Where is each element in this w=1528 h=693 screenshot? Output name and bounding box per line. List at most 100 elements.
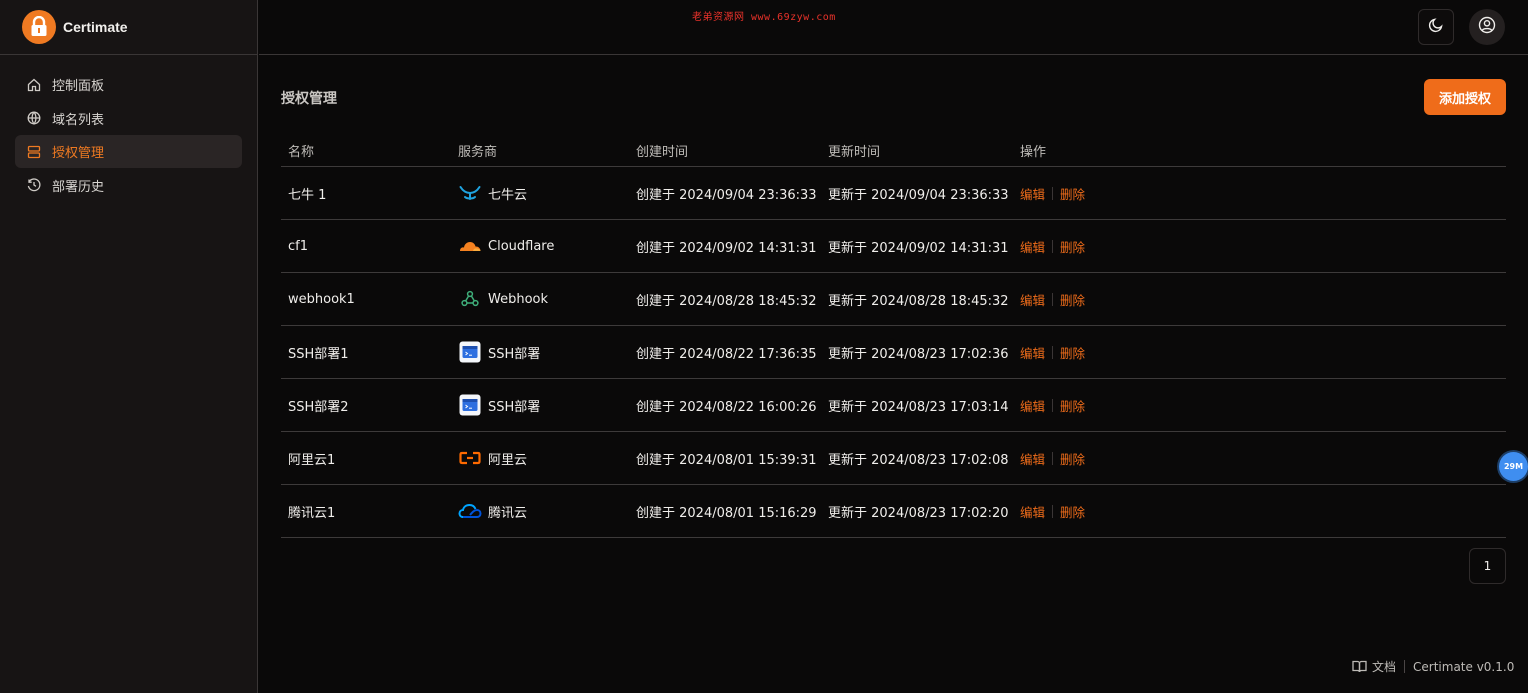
table-row: webhook1 Webhook 创建于 2024/08/28 18:45:32… [281, 273, 1506, 326]
docs-link[interactable]: 文档 [1372, 658, 1396, 675]
sidebar: Certimate 控制面板 域名列表 授权管理 部署历史 [0, 0, 258, 693]
sidebar-item-domains[interactable]: 域名列表 [15, 102, 242, 135]
access-table: 名称 服务商 创建时间 更新时间 操作 七牛 1 七牛云 创建于 2024/09… [281, 134, 1506, 538]
theme-toggle-button[interactable] [1418, 9, 1454, 45]
sidebar-item-label: 控制面板 [52, 79, 105, 94]
add-access-button[interactable]: 添加授权 [1424, 79, 1506, 115]
edit-link[interactable]: 编辑 [1020, 396, 1045, 415]
book-icon [1352, 660, 1367, 673]
brand[interactable]: Certimate [0, 0, 257, 55]
lock-logo-icon [22, 10, 56, 44]
row-name: SSH部署2 [288, 399, 349, 415]
aliyun-icon [458, 447, 482, 469]
column-header-created: 创建时间 [636, 144, 689, 160]
table-row: SSH部署2 SSH部署 创建于 2024/08/22 16:00:26 更新于… [281, 379, 1506, 432]
sidebar-item-label: 域名列表 [52, 112, 105, 128]
row-updated: 更新于 2024/08/23 17:02:36 [828, 346, 1009, 362]
main-content: 授权管理 添加授权 名称 服务商 创建时间 更新时间 操作 七牛 1 七牛云 创… [259, 56, 1528, 693]
action-divider [1052, 292, 1054, 306]
delete-link[interactable]: 删除 [1060, 449, 1085, 468]
action-divider [1052, 186, 1054, 200]
row-name: 腾讯云1 [288, 505, 336, 521]
row-actions: 编辑 删除 [1020, 184, 1085, 203]
delete-link[interactable]: 删除 [1060, 237, 1085, 256]
history-icon [26, 178, 41, 193]
column-header-provider: 服务商 [458, 144, 498, 160]
row-created: 创建于 2024/09/02 14:31:31 [636, 240, 817, 256]
row-actions: 编辑 删除 [1020, 502, 1085, 521]
provider-label: SSH部署 [488, 399, 541, 415]
sidebar-item-label: 授权管理 [52, 146, 105, 161]
row-updated: 更新于 2024/08/23 17:03:14 [828, 399, 1009, 415]
row-created: 创建于 2024/08/01 15:39:31 [636, 452, 817, 468]
webhook-icon [458, 288, 482, 310]
row-provider: SSH部署 [458, 394, 636, 416]
provider-label: Cloudflare [488, 238, 555, 254]
watermark-text: 老弟资源网 www.69zyw.com [692, 12, 836, 23]
row-created: 创建于 2024/08/01 15:16:29 [636, 505, 817, 521]
qiniu-icon [458, 182, 482, 204]
table-row: 阿里云1 阿里云 创建于 2024/08/01 15:39:31 更新于 202… [281, 432, 1506, 485]
delete-link[interactable]: 删除 [1060, 396, 1085, 415]
moon-icon [1428, 17, 1444, 37]
table-row: cf1 Cloudflare 创建于 2024/09/02 14:31:31 更… [281, 220, 1506, 273]
row-name: cf1 [288, 238, 308, 254]
home-icon [26, 77, 41, 92]
row-created: 创建于 2024/08/22 16:00:26 [636, 399, 817, 415]
table-header: 名称 服务商 创建时间 更新时间 操作 [281, 134, 1506, 167]
user-menu-button[interactable] [1469, 9, 1505, 45]
version-label[interactable]: Certimate v0.1.0 [1413, 660, 1514, 674]
edit-link[interactable]: 编辑 [1020, 343, 1045, 362]
row-actions: 编辑 删除 [1020, 343, 1085, 362]
table-row: 七牛 1 七牛云 创建于 2024/09/04 23:36:33 更新于 202… [281, 167, 1506, 220]
action-divider [1052, 398, 1054, 412]
table-row: SSH部署1 SSH部署 创建于 2024/08/22 17:36:35 更新于… [281, 326, 1506, 379]
edit-link[interactable]: 编辑 [1020, 449, 1045, 468]
action-divider [1052, 451, 1054, 465]
provider-label: 腾讯云 [488, 505, 528, 521]
sidebar-item-dashboard[interactable]: 控制面板 [15, 68, 242, 101]
row-name: webhook1 [288, 291, 355, 307]
delete-link[interactable]: 删除 [1060, 502, 1085, 521]
footer-divider [1404, 660, 1406, 673]
edit-link[interactable]: 编辑 [1020, 290, 1045, 309]
row-created: 创建于 2024/08/22 17:36:35 [636, 346, 817, 362]
user-circle-icon [1478, 16, 1496, 38]
globe-icon [26, 111, 41, 126]
row-actions: 编辑 删除 [1020, 449, 1085, 468]
floating-memory-badge[interactable]: 29M [1499, 452, 1528, 481]
row-provider: Webhook [458, 288, 636, 310]
row-provider: 阿里云 [458, 447, 636, 469]
sidebar-item-access[interactable]: 授权管理 [15, 135, 242, 168]
sidebar-item-history[interactable]: 部署历史 [15, 169, 242, 202]
provider-label: Webhook [488, 291, 549, 307]
edit-link[interactable]: 编辑 [1020, 184, 1045, 203]
row-updated: 更新于 2024/08/23 17:02:20 [828, 505, 1009, 521]
delete-link[interactable]: 删除 [1060, 290, 1085, 309]
delete-link[interactable]: 删除 [1060, 343, 1085, 362]
row-created: 创建于 2024/09/04 23:36:33 [636, 187, 817, 203]
action-divider [1052, 504, 1054, 518]
provider-label: 七牛云 [488, 187, 528, 203]
column-header-updated: 更新时间 [828, 144, 881, 160]
footer: 文档 Certimate v0.1.0 [1352, 658, 1514, 675]
row-provider: Cloudflare [458, 235, 636, 257]
row-actions: 编辑 删除 [1020, 396, 1085, 415]
sidebar-nav: 控制面板 域名列表 授权管理 部署历史 [0, 55, 257, 202]
edit-link[interactable]: 编辑 [1020, 237, 1045, 256]
edit-link[interactable]: 编辑 [1020, 502, 1045, 521]
row-name: 阿里云1 [288, 452, 336, 468]
row-name: 七牛 1 [288, 187, 327, 203]
row-provider: SSH部署 [458, 341, 636, 363]
table-row: 腾讯云1 腾讯云 创建于 2024/08/01 15:16:29 更新于 202… [281, 485, 1506, 538]
column-header-actions: 操作 [1020, 144, 1047, 160]
row-provider: 腾讯云 [458, 500, 636, 522]
pagination-page-1[interactable]: 1 [1469, 548, 1506, 584]
brand-name: Certimate [63, 19, 128, 35]
provider-label: 阿里云 [488, 452, 528, 468]
provider-label: SSH部署 [488, 346, 541, 362]
tencent-cloud-icon [458, 500, 482, 522]
delete-link[interactable]: 删除 [1060, 184, 1085, 203]
row-created: 创建于 2024/08/28 18:45:32 [636, 293, 817, 309]
row-updated: 更新于 2024/09/04 23:36:33 [828, 187, 1009, 203]
